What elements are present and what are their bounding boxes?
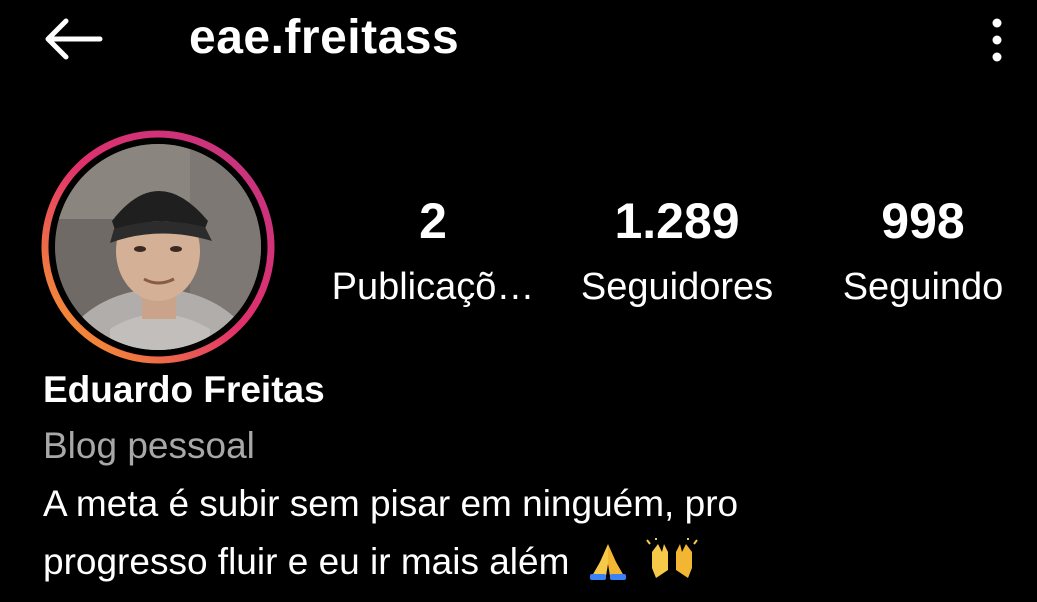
followers-count[interactable]: 1.289 Seguidores [563,186,791,318]
folded-hands-icon [586,539,630,597]
profile-username: eae.freitass [189,11,460,64]
back-button[interactable] [40,12,106,66]
posts-count-value: 2 [419,193,447,249]
following-count[interactable]: 998 Seguindo [828,186,1018,318]
more-vertical-icon [992,18,1002,62]
bio-line-with-emoji: progresso fluir e eu ir mais além [43,533,1023,597]
bio-overflow-line [43,590,343,602]
arrow-left-icon [45,18,103,60]
profile-category: Blog pessoal [43,425,255,466]
raised-hands-icon [646,538,698,597]
posts-count[interactable]: 2 Publicaçõ… [322,186,544,318]
more-options-button[interactable] [975,10,1019,70]
profile-bio: A meta é subir sem pisar em ninguém, pro… [43,475,1023,597]
followers-count-value: 1.289 [614,193,740,249]
top-bar: eae.freitass [0,0,1037,80]
following-count-label: Seguindo [842,266,1004,308]
posts-count-label: Publicaçõ… [331,266,535,308]
bio-line: progresso fluir e eu ir mais além [43,541,570,582]
following-count-value: 998 [881,193,965,249]
bio-line: A meta é subir sem pisar em ninguém, pro [43,483,739,524]
followers-count-label: Seguidores [580,266,774,308]
avatar-photo [41,130,275,364]
profile-avatar[interactable] [40,129,276,365]
profile-full-name: Eduardo Freitas [43,369,325,410]
